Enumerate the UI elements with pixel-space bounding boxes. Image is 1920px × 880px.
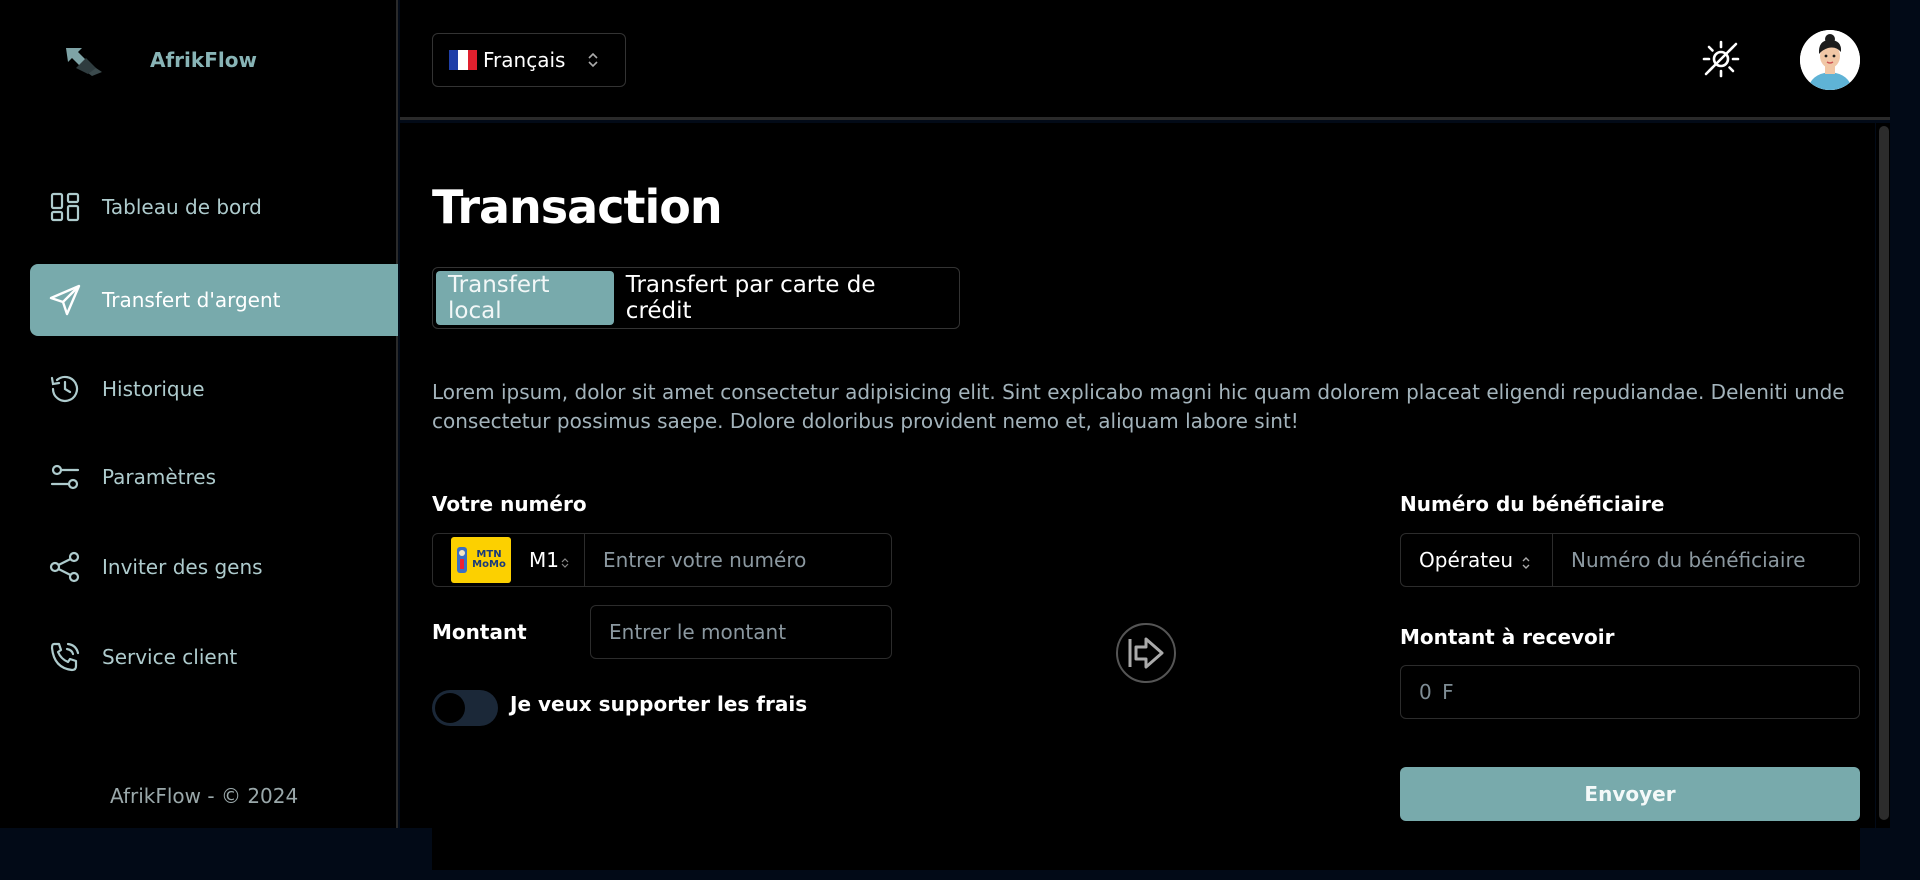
sender-operator-select[interactable]: MTN MoMo M1 <box>433 534 585 586</box>
chevron-up-down-icon <box>561 554 569 568</box>
sidebar-item-label: Service client <box>102 645 238 669</box>
page-title: Transaction <box>432 180 723 234</box>
dashboard-icon <box>48 190 82 224</box>
operator-code: M1 <box>529 548 559 572</box>
language-select[interactable]: Français <box>432 33 626 87</box>
page-description: Lorem ipsum, dolor sit amet consectetur … <box>432 380 1845 433</box>
amount-label: Montant <box>432 620 527 644</box>
afrikflow-logo-icon <box>62 42 106 78</box>
sidebar-item-label: Transfert d'argent <box>102 288 281 312</box>
sidebar-item-history[interactable]: Historique <box>30 353 398 425</box>
settings-sliders-icon <box>48 460 82 494</box>
amount-input[interactable]: Entrer le montant <box>590 605 892 659</box>
transfer-arrow-icon[interactable] <box>1116 623 1176 683</box>
chevron-up-down-icon <box>1521 552 1531 569</box>
tab-credit-card-transfer[interactable]: Transfert par carte de crédit <box>614 271 956 325</box>
amount-to-receive-value: 0 F <box>1419 680 1456 704</box>
send-icon <box>48 283 82 317</box>
momo-logo-text: MTN MoMo <box>472 549 506 570</box>
theme-toggle-icon[interactable] <box>1700 38 1742 80</box>
share-icon <box>48 550 82 584</box>
france-flag-icon <box>449 50 477 70</box>
amount-to-receive-field: 0 F <box>1400 665 1860 719</box>
beneficiary-operator-select[interactable]: Opérateu <box>1401 534 1553 586</box>
user-avatar[interactable] <box>1800 30 1860 90</box>
transfer-type-tabs: Transfert local Transfert par carte de c… <box>432 267 960 329</box>
amount-to-receive-label: Montant à recevoir <box>1400 625 1615 649</box>
mtn-momo-logo: MTN MoMo <box>451 537 511 583</box>
sidebar-item-label: Tableau de bord <box>102 195 262 219</box>
sidebar-item-label: Paramètres <box>102 465 217 489</box>
content-bottom-edge <box>432 828 1860 870</box>
fees-toggle[interactable] <box>432 690 498 726</box>
toggle-knob <box>435 693 465 723</box>
sidebar-item-money-transfer[interactable]: Transfert d'argent <box>30 264 398 336</box>
your-number-input[interactable]: Entrer votre numéro <box>585 548 891 572</box>
sidebar-item-dashboard[interactable]: Tableau de bord <box>30 171 398 243</box>
history-icon <box>48 372 82 406</box>
scrollbar-thumb[interactable] <box>1879 126 1889 820</box>
send-button[interactable]: Envoyer <box>1400 767 1860 821</box>
operator-select-label: Opérateu <box>1419 548 1514 572</box>
beneficiary-number-group: Opérateu Numéro du bénéficiaire <box>1400 533 1860 587</box>
sidebar-item-invite[interactable]: Inviter des gens <box>30 531 398 603</box>
your-number-label: Votre numéro <box>432 492 587 516</box>
fees-toggle-label: Je veux supporter les frais <box>510 692 808 716</box>
your-number-group: MTN MoMo M1 Entrer votre numéro <box>432 533 892 587</box>
beneficiary-number-input[interactable]: Numéro du bénéficiaire <box>1553 548 1859 572</box>
chevron-up-down-icon <box>587 51 599 69</box>
sidebar-item-label: Historique <box>102 377 205 401</box>
sidebar-footer: AfrikFlow - © 2024 <box>110 784 299 808</box>
language-label: Français <box>483 48 566 72</box>
sidebar-item-settings[interactable]: Paramètres <box>30 441 398 513</box>
phone-call-icon <box>48 640 82 674</box>
beneficiary-number-label: Numéro du bénéficiaire <box>1400 492 1665 516</box>
sidebar-item-label: Inviter des gens <box>102 555 263 579</box>
brand-name: AfrikFlow <box>150 48 257 72</box>
sidebar-item-customer-service[interactable]: Service client <box>30 621 398 693</box>
tab-local-transfer[interactable]: Transfert local <box>436 271 614 325</box>
